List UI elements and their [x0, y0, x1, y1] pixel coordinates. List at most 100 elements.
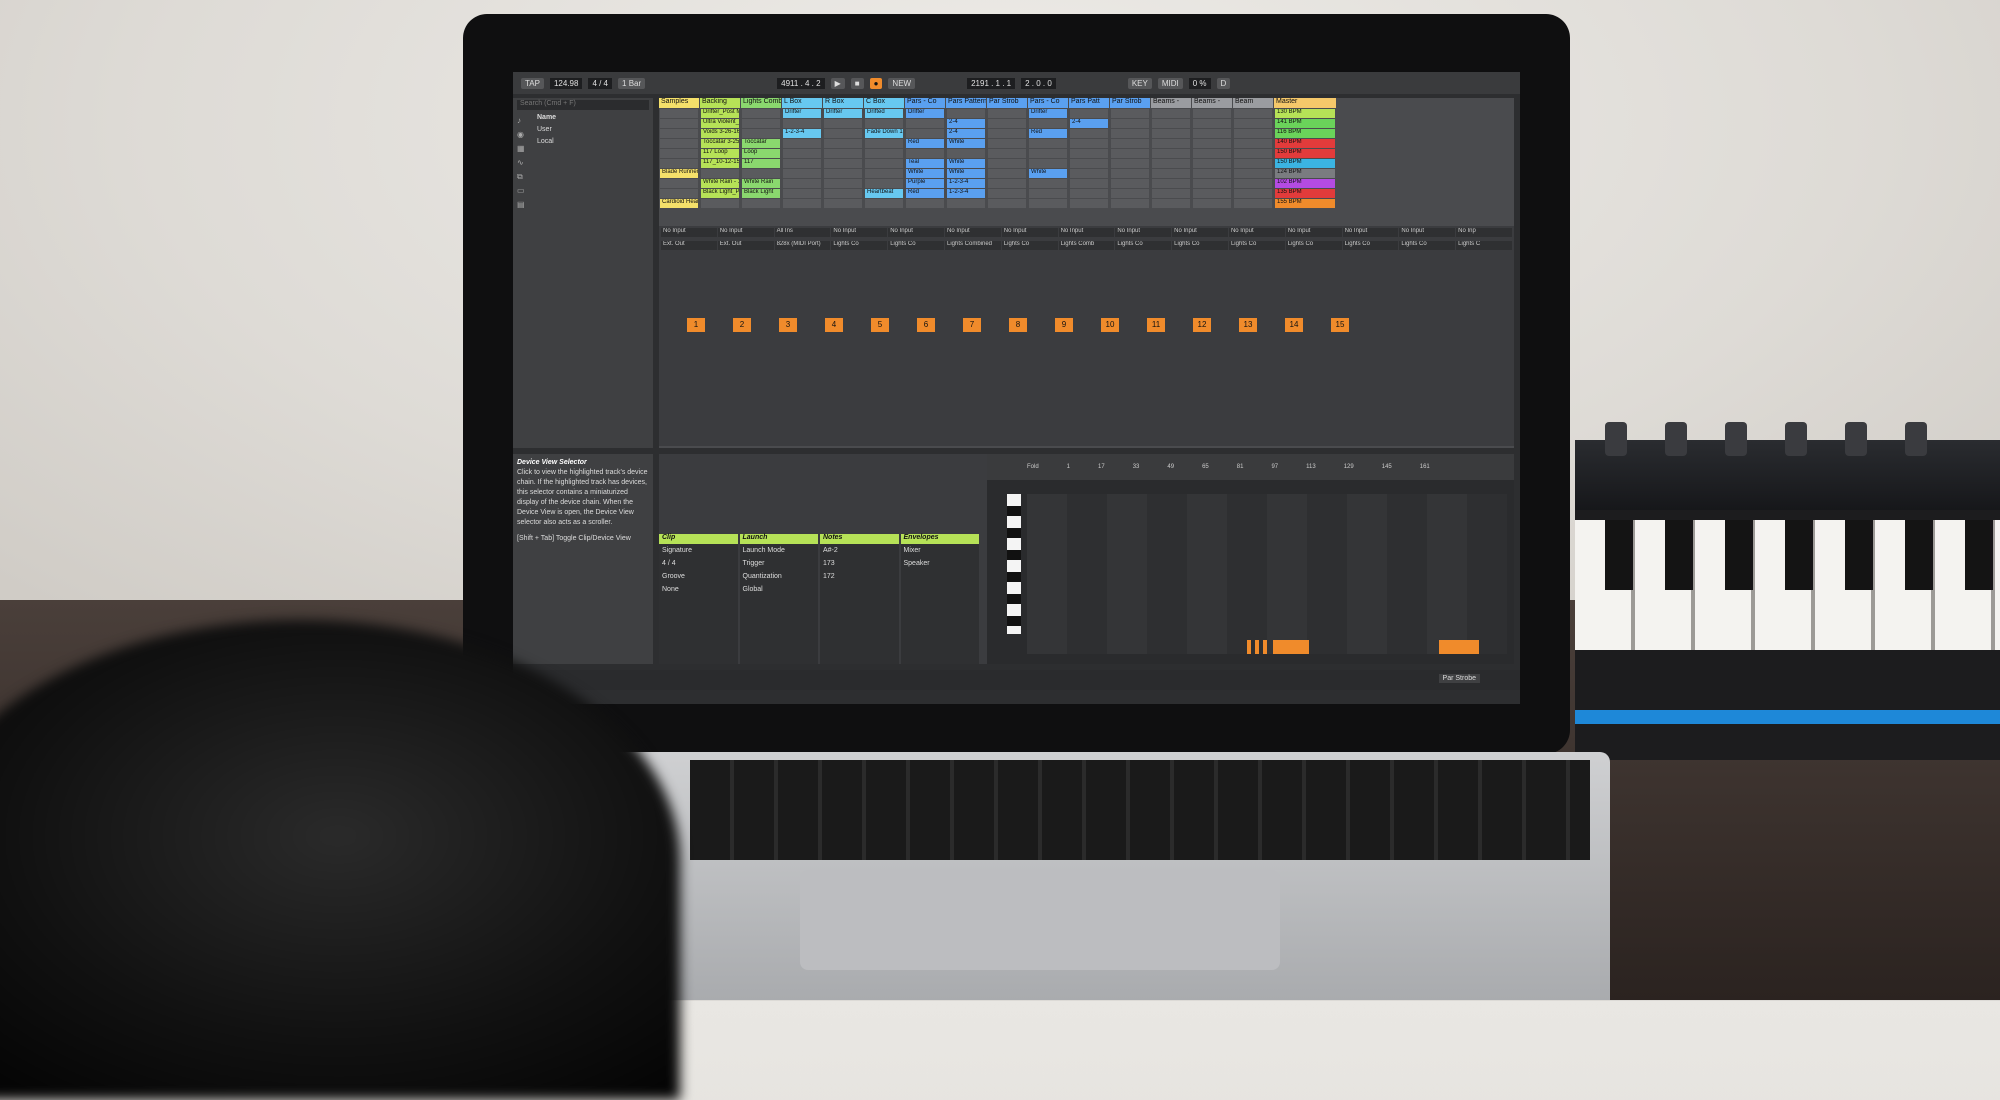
- clip-slot[interactable]: [1234, 149, 1272, 158]
- clip-slot[interactable]: [783, 149, 821, 158]
- browser-item-user[interactable]: User: [537, 124, 556, 136]
- fold-button[interactable]: Fold: [1027, 464, 1039, 470]
- track-title[interactable]: Pars - Co: [1028, 98, 1068, 108]
- track-activator-button[interactable]: 6: [917, 318, 935, 332]
- track-title[interactable]: Beams -: [1192, 98, 1232, 108]
- track-title[interactable]: Backing: [700, 98, 740, 108]
- clip-slot[interactable]: [865, 179, 903, 188]
- clip-slot[interactable]: [660, 189, 698, 198]
- record-icon[interactable]: ●: [869, 77, 883, 89]
- clip-slot[interactable]: [1111, 149, 1149, 158]
- output-chooser[interactable]: Lights Co: [1172, 241, 1228, 250]
- midi-note[interactable]: [1439, 640, 1479, 654]
- clip-slot[interactable]: [1234, 129, 1272, 138]
- track-title[interactable]: Pars - Co: [905, 98, 945, 108]
- quantization-value[interactable]: Global: [740, 583, 819, 596]
- track-title[interactable]: Par Strob: [987, 98, 1027, 108]
- clip-slot[interactable]: [947, 199, 985, 208]
- clip-slot[interactable]: [660, 109, 698, 118]
- clip-slot[interactable]: [742, 119, 780, 128]
- track-title[interactable]: C Box: [864, 98, 904, 108]
- track-activator-button[interactable]: 12: [1193, 318, 1211, 332]
- scene-launch[interactable]: 124 BPM: [1275, 169, 1335, 178]
- clip-slot[interactable]: [1070, 159, 1108, 168]
- input-chooser[interactable]: No Input: [1172, 228, 1228, 237]
- clip-slot[interactable]: Voids 3-26-16: [701, 129, 739, 138]
- clip-slot[interactable]: White Rain - 105: [701, 179, 739, 188]
- clip-slot[interactable]: [701, 169, 739, 178]
- clip-slot[interactable]: [742, 169, 780, 178]
- clip-slot[interactable]: [1234, 119, 1272, 128]
- clip-slot[interactable]: [1152, 139, 1190, 148]
- clip-slot[interactable]: [988, 179, 1026, 188]
- browser-item-local[interactable]: Local: [537, 136, 556, 148]
- clip-slot[interactable]: Cardioid Heartbeat s: [660, 199, 698, 208]
- output-chooser[interactable]: Lights C: [1456, 241, 1512, 250]
- input-chooser[interactable]: No Inp: [1456, 228, 1512, 237]
- clip-slot[interactable]: Drifter: [824, 109, 862, 118]
- clip-slot[interactable]: [1111, 169, 1149, 178]
- clip-slot[interactable]: [1193, 159, 1231, 168]
- clip-slot[interactable]: [824, 199, 862, 208]
- clip-slot[interactable]: [1193, 139, 1231, 148]
- clip-slot[interactable]: [1193, 199, 1231, 208]
- output-chooser[interactable]: Lights Comb: [1058, 241, 1115, 250]
- key-map-button[interactable]: KEY: [1127, 77, 1152, 89]
- track-title[interactable]: Samples: [659, 98, 699, 108]
- clip-slot[interactable]: [824, 139, 862, 148]
- sounds-icon[interactable]: ♪: [517, 116, 527, 126]
- clip-slot[interactable]: Drifter_Post Master: [701, 109, 739, 118]
- signature-value[interactable]: 4 / 4: [659, 557, 738, 570]
- midi-effects-icon[interactable]: ⧉: [517, 172, 527, 182]
- clip-slot[interactable]: [906, 149, 944, 158]
- output-chooser[interactable]: Lights Co: [831, 241, 888, 250]
- drums-icon[interactable]: ◉: [517, 130, 527, 140]
- clip-slot[interactable]: [1193, 149, 1231, 158]
- input-chooser[interactable]: No Input: [888, 228, 944, 237]
- clip-slot[interactable]: [660, 119, 698, 128]
- clip-slot[interactable]: [1152, 149, 1190, 158]
- clip-slot[interactable]: [1070, 169, 1108, 178]
- input-chooser[interactable]: No Input: [1001, 228, 1058, 237]
- clip-slot[interactable]: 2-4: [947, 119, 985, 128]
- clip-slot[interactable]: [865, 139, 903, 148]
- clip-slot[interactable]: [906, 199, 944, 208]
- clip-slot[interactable]: Red: [906, 139, 944, 148]
- clip-slot[interactable]: [1111, 199, 1149, 208]
- clip-slot[interactable]: [824, 189, 862, 198]
- clip-slot[interactable]: [988, 199, 1026, 208]
- clip-slot[interactable]: Blade Runner - First: [660, 169, 698, 178]
- track-activator-button[interactable]: 7: [963, 318, 981, 332]
- loop-length-field[interactable]: 2 . 0 . 0: [1021, 77, 1056, 89]
- input-chooser[interactable]: No Input: [1285, 228, 1342, 237]
- clip-slot[interactable]: 117: [742, 159, 780, 168]
- clip-slot[interactable]: [783, 199, 821, 208]
- scene-launch[interactable]: 150 BPM: [1275, 159, 1335, 168]
- track-title[interactable]: L Box: [782, 98, 822, 108]
- play-icon[interactable]: ▶: [830, 77, 845, 89]
- output-chooser[interactable]: Lights Co: [1399, 241, 1456, 250]
- clip-slot[interactable]: Drifter: [906, 109, 944, 118]
- clip-slot[interactable]: [1070, 109, 1108, 118]
- output-chooser[interactable]: Lights Co: [1001, 241, 1058, 250]
- track-title[interactable]: Par Strob: [1110, 98, 1150, 108]
- clip-slot[interactable]: [988, 129, 1026, 138]
- clip-slot[interactable]: [988, 149, 1026, 158]
- clip-slot[interactable]: [988, 189, 1026, 198]
- clip-slot[interactable]: [1152, 169, 1190, 178]
- scene-launch[interactable]: 130 BPM: [1275, 109, 1335, 118]
- tap-button[interactable]: TAP: [521, 77, 544, 89]
- clip-slot[interactable]: [1029, 179, 1067, 188]
- track-activator-button[interactable]: 14: [1285, 318, 1303, 332]
- clip-slot[interactable]: [865, 199, 903, 208]
- plugins-icon[interactable]: ▭: [517, 186, 527, 196]
- clip-slot[interactable]: [1029, 149, 1067, 158]
- clip-slot[interactable]: [988, 109, 1026, 118]
- clip-slot[interactable]: [1029, 199, 1067, 208]
- clip-slot[interactable]: [1111, 189, 1149, 198]
- clip-slot[interactable]: [947, 149, 985, 158]
- track-activator-button[interactable]: 10: [1101, 318, 1119, 332]
- clip-slot[interactable]: 2-4: [947, 129, 985, 138]
- clip-slot[interactable]: [742, 109, 780, 118]
- clip-slot[interactable]: Red: [906, 189, 944, 198]
